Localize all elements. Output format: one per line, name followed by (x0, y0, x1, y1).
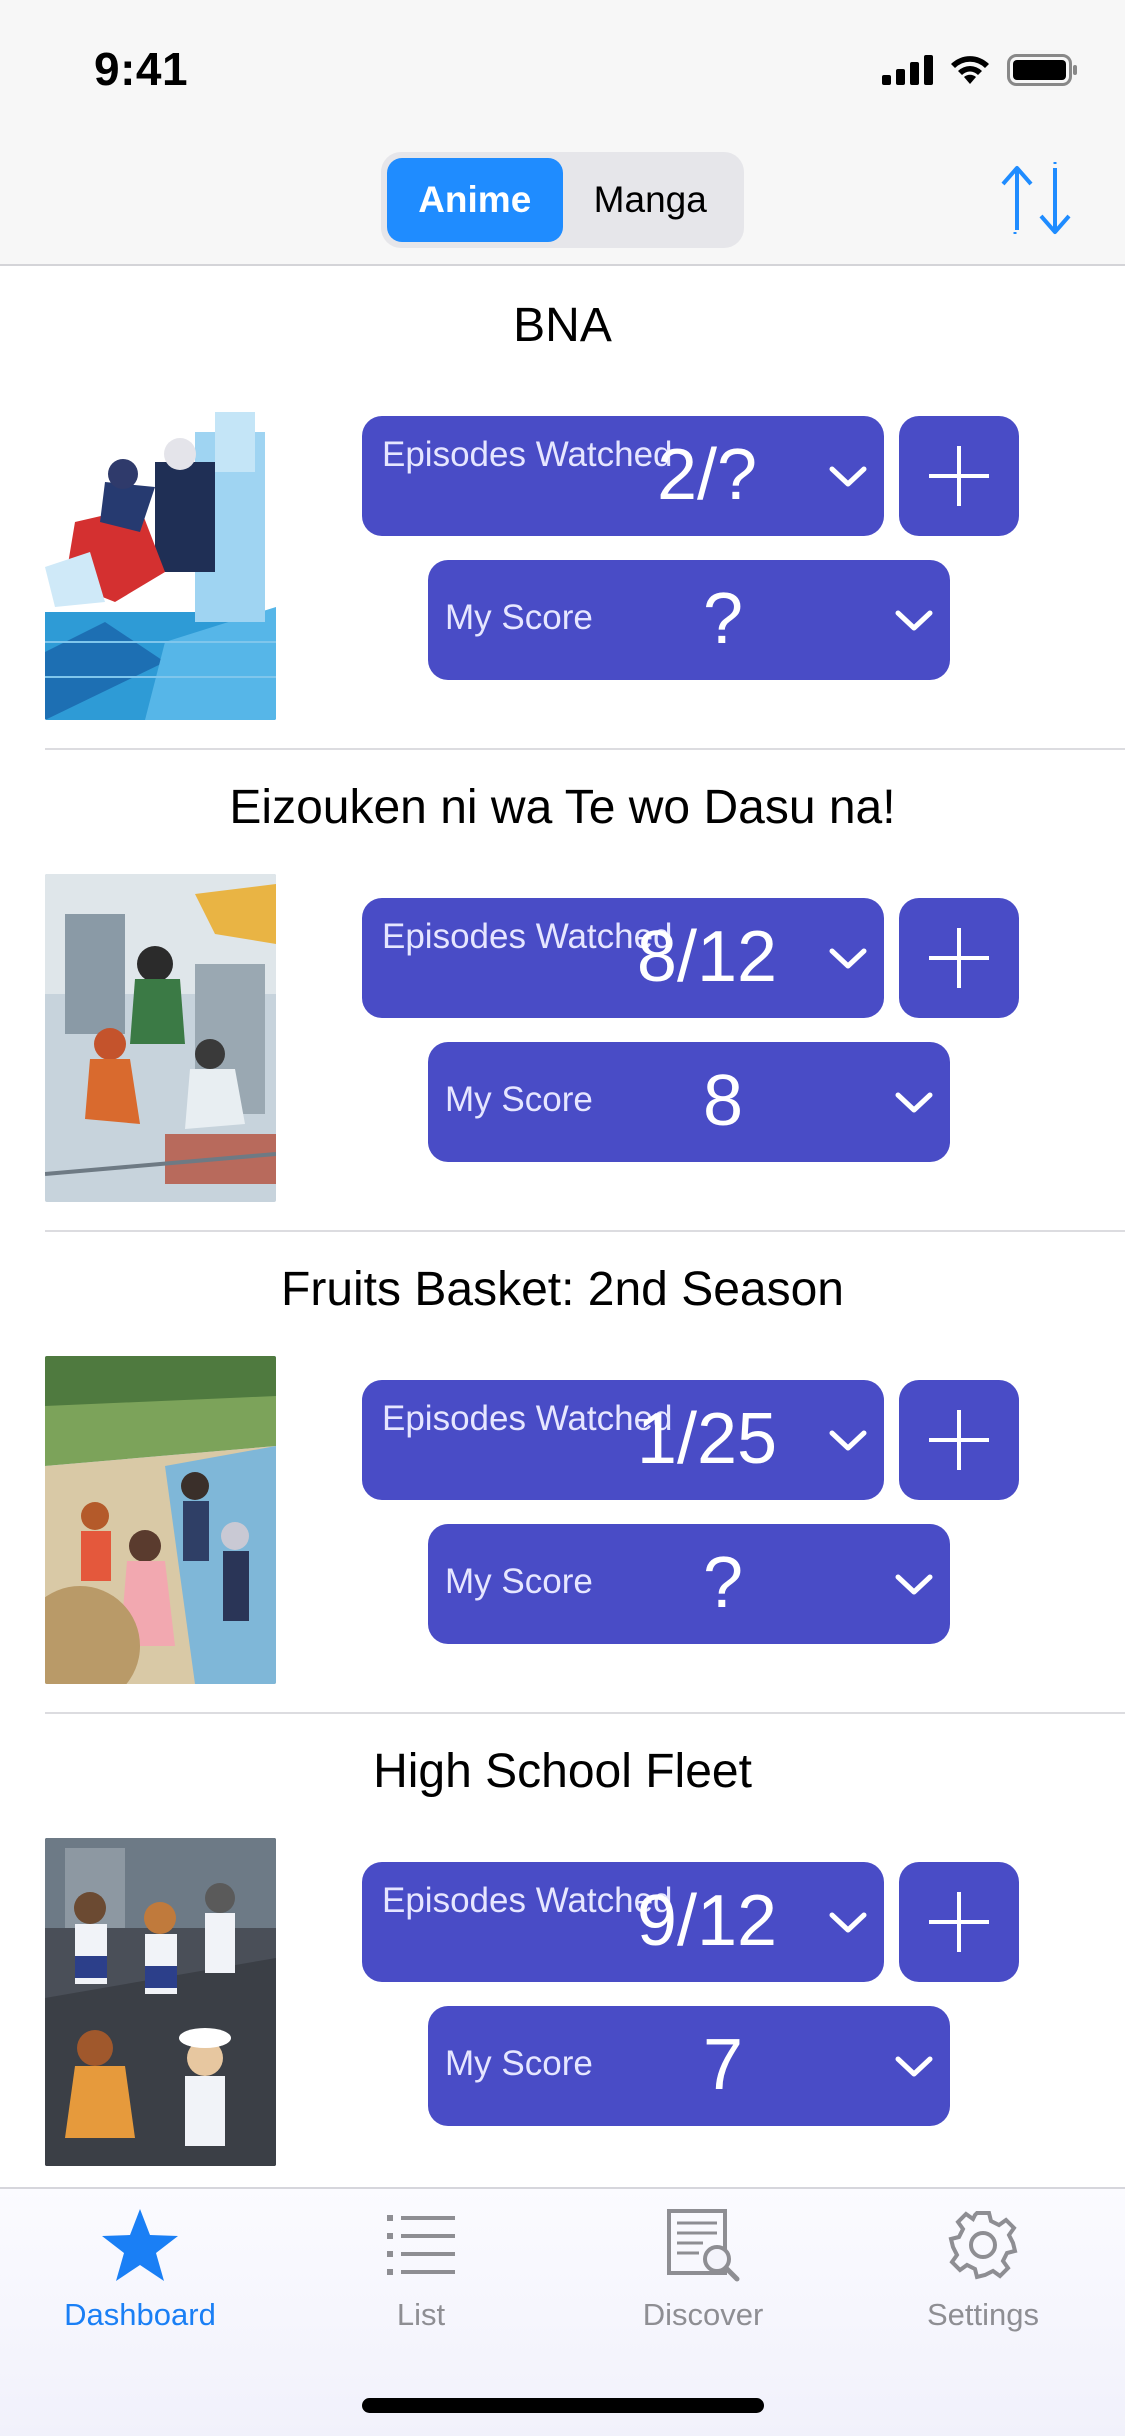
my-score-label: My Score (445, 2044, 593, 2083)
tab-label: List (396, 2297, 446, 2332)
gear-icon (948, 2211, 1018, 2280)
episodes-watched-value: 1/25 (636, 1399, 778, 1479)
wifi-icon (951, 56, 989, 84)
episodes-watched-dropdown[interactable]: Episodes Watched 8/12 (362, 898, 884, 1018)
cover-image[interactable] (45, 1356, 276, 1684)
episodes-watched-dropdown[interactable]: Episodes Watched 9/12 (362, 1862, 884, 1982)
status-time: 9:41 (94, 43, 189, 95)
increment-episode-button[interactable] (899, 898, 1019, 1018)
chevron-down-icon (895, 1574, 933, 1595)
my-score-value: 7 (702, 2025, 744, 2105)
increment-episode-button[interactable] (899, 416, 1019, 536)
cover-image[interactable] (45, 392, 276, 720)
my-score-dropdown[interactable]: My Score ? (428, 1524, 950, 1644)
dashboard-list[interactable]: BNA Episodes Watched 2/? My Score ? Eizo… (0, 268, 1125, 2196)
tab-settings[interactable]: Settings (883, 2207, 1083, 2357)
chevron-down-icon (895, 2056, 933, 2077)
tab-discover[interactable]: Discover (603, 2207, 803, 2357)
cellular-signal-icon (882, 55, 933, 85)
episodes-watched-value: 2/? (656, 435, 758, 515)
sort-arrows-icon[interactable] (999, 160, 1075, 240)
tab-label: Settings (926, 2297, 1039, 2332)
anime-card[interactable]: Eizouken ni wa Te wo Dasu na! Episodes W… (0, 750, 1125, 1232)
tab-dashboard[interactable]: Dashboard (40, 2207, 240, 2357)
my-score-value: ? (702, 579, 744, 659)
battery-icon (1007, 54, 1077, 86)
list-icon (387, 2215, 455, 2275)
cover-image[interactable] (45, 874, 276, 1202)
segment-manga[interactable]: Manga (563, 158, 739, 242)
my-score-value: 8 (702, 1061, 744, 1141)
plus-icon (929, 446, 989, 506)
episodes-watched-value: 8/12 (636, 917, 778, 997)
cover-image[interactable] (45, 1838, 276, 2166)
anime-card[interactable]: Fruits Basket: 2nd Season Episodes Watch… (0, 1232, 1125, 1714)
tab-label: Dashboard (64, 2297, 216, 2332)
chevron-down-icon (829, 948, 867, 969)
chevron-down-icon (829, 466, 867, 487)
tab-list[interactable]: List (321, 2207, 521, 2357)
chevron-down-icon (895, 610, 933, 631)
my-score-dropdown[interactable]: My Score 7 (428, 2006, 950, 2126)
my-score-value: ? (702, 1543, 744, 1623)
chevron-down-icon (895, 1092, 933, 1113)
plus-icon (929, 928, 989, 988)
anime-card[interactable]: BNA Episodes Watched 2/? My Score ? (0, 268, 1125, 750)
my-score-label: My Score (445, 598, 593, 637)
chevron-down-icon (829, 1912, 867, 1933)
episodes-watched-dropdown[interactable]: Episodes Watched 2/? (362, 416, 884, 536)
my-score-dropdown[interactable]: My Score ? (428, 560, 950, 680)
my-score-label: My Score (445, 1562, 593, 1601)
screen: 9:41 Anime Manga BNA Episodes Watched 2/… (0, 0, 1125, 2436)
my-score-dropdown[interactable]: My Score 8 (428, 1042, 950, 1162)
plus-icon (929, 1892, 989, 1952)
episodes-watched-dropdown[interactable]: Episodes Watched 1/25 (362, 1380, 884, 1500)
anime-title: BNA (513, 299, 612, 352)
anime-manga-segmented-control[interactable]: Anime Manga (381, 152, 744, 248)
increment-episode-button[interactable] (899, 1862, 1019, 1982)
episodes-watched-value: 9/12 (636, 1881, 778, 1961)
star-icon (102, 2209, 178, 2281)
status-icons (882, 50, 1079, 90)
home-indicator (362, 2398, 764, 2413)
status-bar: 9:41 (0, 0, 1125, 140)
anime-title: Eizouken ni wa Te wo Dasu na! (229, 781, 896, 834)
anime-title: Fruits Basket: 2nd Season (281, 1263, 844, 1316)
discover-icon (667, 2209, 740, 2282)
my-score-label: My Score (445, 1080, 593, 1119)
plus-icon (929, 1410, 989, 1470)
increment-episode-button[interactable] (899, 1380, 1019, 1500)
segment-anime[interactable]: Anime (387, 158, 563, 242)
chevron-down-icon (829, 1430, 867, 1451)
anime-card[interactable]: High School Fleet Episodes Watched 9/12 … (0, 1714, 1125, 2196)
navigation-bar: Anime Manga (0, 140, 1125, 266)
anime-title: High School Fleet (373, 1745, 752, 1798)
tab-label: Discover (642, 2297, 764, 2332)
